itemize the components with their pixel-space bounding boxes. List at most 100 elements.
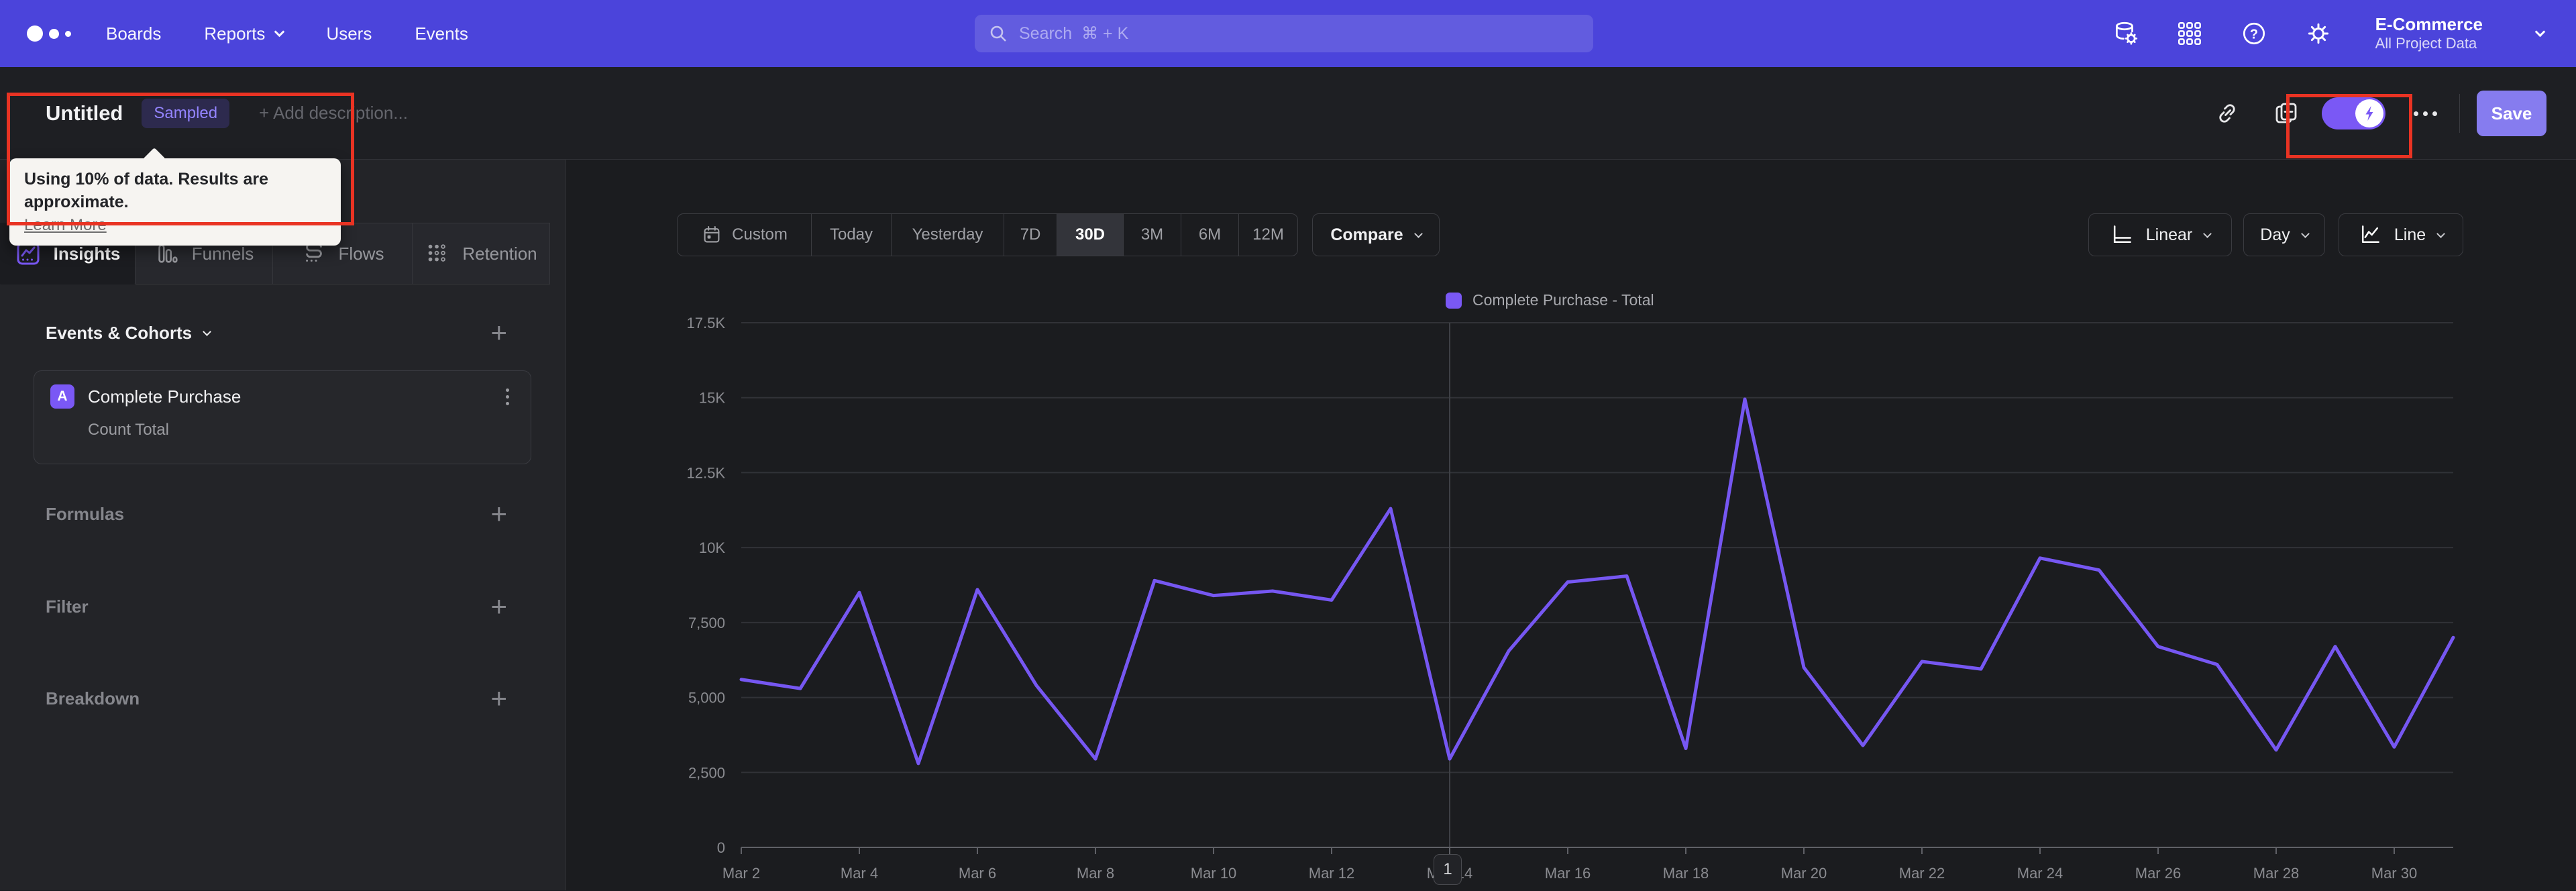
chart-legend[interactable]: Complete Purchase - Total (1446, 291, 1654, 309)
range-6m[interactable]: 6M (1181, 214, 1238, 256)
compare-button[interactable]: Compare (1312, 213, 1440, 256)
project-chevron-down-icon[interactable] (2534, 26, 2546, 37)
range-12m[interactable]: 12M (1238, 214, 1297, 256)
search-input-wrapper (975, 15, 1593, 52)
svg-text:Mar 12: Mar 12 (1309, 865, 1354, 882)
header-divider (2459, 94, 2460, 133)
line-chart: 0 2,500 5,000 7,500 10K 12.5K 15K 17.5K Mar 2 Mar… (687, 315, 2455, 882)
chevron-down-icon (203, 327, 212, 336)
line-chart-icon (2361, 225, 2379, 244)
formulas-section: Formulas + (0, 498, 565, 530)
range-yesterday[interactable]: Yesterday (891, 214, 1004, 256)
svg-text:Mar 26: Mar 26 (2135, 865, 2181, 882)
report-title[interactable]: Untitled (46, 101, 123, 125)
svg-text:5,000: 5,000 (688, 690, 725, 706)
event-card-row: A Complete Purchase (50, 384, 515, 409)
event-metric[interactable]: Count Total (88, 421, 515, 439)
nav-item-users[interactable]: Users (326, 23, 372, 44)
svg-text:Mar 22: Mar 22 (1899, 865, 1945, 882)
add-formula-button[interactable]: + (490, 500, 507, 528)
retention-icon (429, 244, 446, 262)
learn-more-link[interactable]: Learn More (24, 216, 107, 235)
chevron-down-icon (1413, 229, 1423, 238)
top-navigation: Boards Reports Users Events Search ⌘ + K… (0, 0, 2576, 67)
breakdown-label: Breakdown (46, 688, 140, 709)
save-button[interactable]: Save (2477, 91, 2546, 136)
events-cohorts-header: Events & Cohorts + (0, 317, 565, 349)
query-builder-sidebar: Insights Funnels Flows Retention Events … (0, 160, 566, 890)
svg-text:15K: 15K (699, 390, 725, 407)
project-selector[interactable]: E-Commerce All Project Data (2375, 15, 2483, 52)
date-range-control: Custom Today Yesterday 7D 30D 3M 6M 12M (677, 213, 1298, 256)
range-30d[interactable]: 30D (1057, 214, 1123, 256)
svg-text:Mar 28: Mar 28 (2253, 865, 2299, 882)
svg-text:17.5K: 17.5K (687, 315, 726, 331)
breakdown-section: Breakdown + (0, 682, 565, 715)
svg-text:Mar 10: Mar 10 (1191, 865, 1236, 882)
svg-text:?: ? (2250, 27, 2258, 42)
svg-text:Mar 24: Mar 24 (2017, 865, 2063, 882)
event-options-kebab-icon[interactable] (500, 386, 515, 408)
more-options-icon[interactable] (2414, 109, 2445, 118)
legend-page-indicator[interactable]: 1 (1434, 854, 1462, 885)
event-name[interactable]: Complete Purchase (88, 386, 500, 407)
svg-text:Mar 20: Mar 20 (1781, 865, 1827, 882)
nav-item-boards[interactable]: Boards (106, 23, 161, 44)
chevron-down-icon (2203, 229, 2212, 238)
copy-to-board-icon[interactable] (2272, 99, 2300, 127)
project-name: E-Commerce (2375, 14, 2483, 35)
svg-text:Mar 4: Mar 4 (841, 865, 878, 882)
mixpanel-logo-icon[interactable] (27, 25, 87, 42)
content-area: Insights Funnels Flows Retention Events … (0, 160, 2576, 890)
svg-text:Mar 2: Mar 2 (722, 865, 760, 882)
svg-text:Mar 30: Mar 30 (2371, 865, 2417, 882)
search-input[interactable] (1019, 23, 1580, 44)
svg-text:Mar 18: Mar 18 (1663, 865, 1709, 882)
range-custom[interactable]: Custom (678, 214, 811, 256)
tab-retention[interactable]: Retention (413, 223, 550, 284)
chevron-down-icon (2300, 229, 2310, 238)
chart-type-dropdown[interactable]: Line (2339, 213, 2463, 256)
report-header: Untitled Sampled + Add description... Sa… (0, 67, 2576, 160)
chart-panel: Custom Today Yesterday 7D 30D 3M 6M 12M Compare… (566, 160, 2576, 890)
svg-text:7,500: 7,500 (688, 615, 725, 631)
add-description-field[interactable]: + Add description... (259, 103, 408, 123)
sampling-toggle-knob (2355, 99, 2383, 127)
filter-label: Filter (46, 596, 89, 617)
add-filter-button[interactable]: + (490, 592, 507, 621)
svg-text:2,500: 2,500 (688, 764, 725, 781)
sampling-toggle[interactable] (2322, 97, 2385, 129)
main-nav: Boards Reports Users Events (106, 23, 468, 44)
sampling-tooltip-text: Using 10% of data. Results are approxima… (24, 170, 269, 211)
settings-gear-icon[interactable] (2304, 19, 2332, 48)
scale-dropdown[interactable]: Linear (2088, 213, 2232, 256)
project-scope: All Project Data (2375, 35, 2477, 52)
filter-section: Filter + (0, 590, 565, 623)
add-event-button[interactable]: + (490, 319, 507, 347)
svg-text:10K: 10K (699, 539, 725, 556)
event-card[interactable]: A Complete Purchase Count Total (34, 370, 531, 464)
sampling-tooltip: Using 10% of data. Results are approxima… (9, 158, 341, 246)
range-today[interactable]: Today (811, 214, 891, 256)
nav-right-cluster: ? E-Commerce All Project Data (2111, 0, 2546, 67)
add-breakdown-button[interactable]: + (490, 684, 507, 713)
events-cohorts-dropdown[interactable]: Events & Cohorts (46, 323, 212, 344)
axis-icon (2113, 225, 2131, 244)
nav-item-reports[interactable]: Reports (204, 23, 285, 44)
chevron-down-icon (2436, 229, 2445, 238)
range-7d[interactable]: 7D (1004, 214, 1057, 256)
help-icon[interactable]: ? (2240, 19, 2268, 48)
range-3m[interactable]: 3M (1123, 214, 1181, 256)
nav-item-events[interactable]: Events (415, 23, 468, 44)
copy-link-icon[interactable] (2213, 99, 2241, 127)
search-icon (990, 25, 1006, 42)
svg-text:Mar 16: Mar 16 (1545, 865, 1591, 882)
apps-grid-icon[interactable] (2176, 19, 2204, 48)
data-management-icon[interactable] (2111, 19, 2139, 48)
formulas-label: Formulas (46, 503, 125, 524)
interval-dropdown[interactable]: Day (2243, 213, 2325, 256)
sampled-badge[interactable]: Sampled (142, 98, 230, 128)
mixpanel-insights-page: Boards Reports Users Events Search ⌘ + K… (0, 0, 2576, 890)
calendar-icon (704, 225, 720, 243)
svg-text:Mar 8: Mar 8 (1077, 865, 1114, 882)
